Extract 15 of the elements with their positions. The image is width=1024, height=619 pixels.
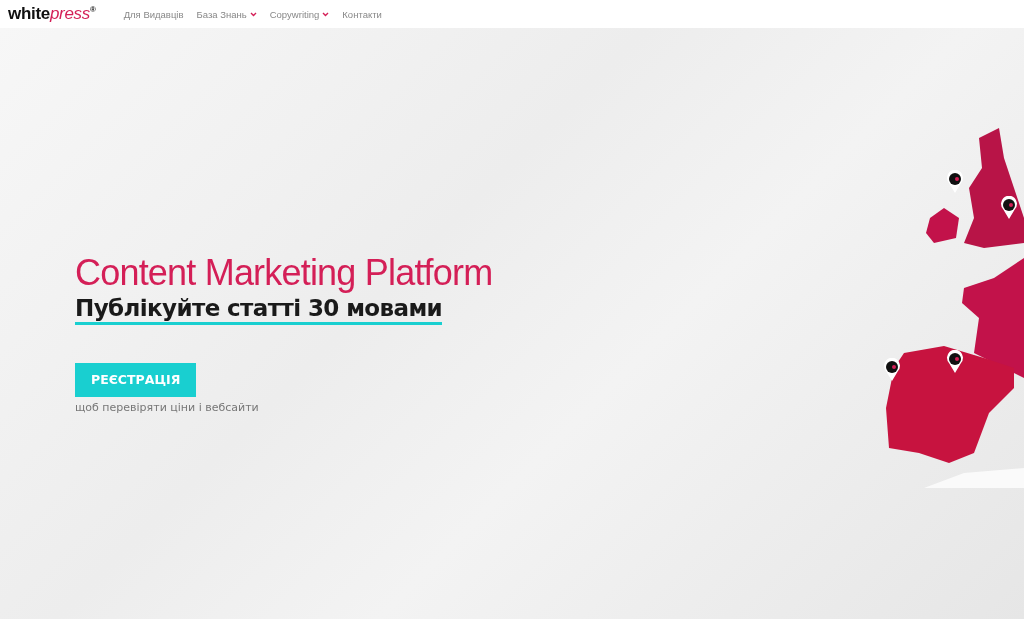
register-note: щоб перевіряти ціни і вебсайти: [75, 400, 260, 414]
hero-subtitle: Публікуйте статті 30 мовами: [75, 294, 443, 325]
map-pin-icon: [883, 358, 901, 382]
hero-title: Content Marketing Platform: [75, 253, 494, 293]
nav-link[interactable]: Для Видавців: [123, 8, 184, 20]
map-pin-icon: [1000, 196, 1018, 220]
nav-link[interactable]: База Знань: [196, 8, 257, 20]
nav-link[interactable]: Copywriting: [269, 8, 330, 20]
chevron-down-icon: [322, 11, 330, 17]
map-pin-icon: [946, 350, 964, 374]
map-pin-icon: [946, 170, 964, 194]
chevron-down-icon: [249, 11, 257, 17]
whitepress-logo[interactable]: whitepress$^{®}$: [8, 4, 96, 24]
island-shape: [926, 208, 959, 243]
nav-link[interactable]: Контакти: [342, 8, 382, 20]
